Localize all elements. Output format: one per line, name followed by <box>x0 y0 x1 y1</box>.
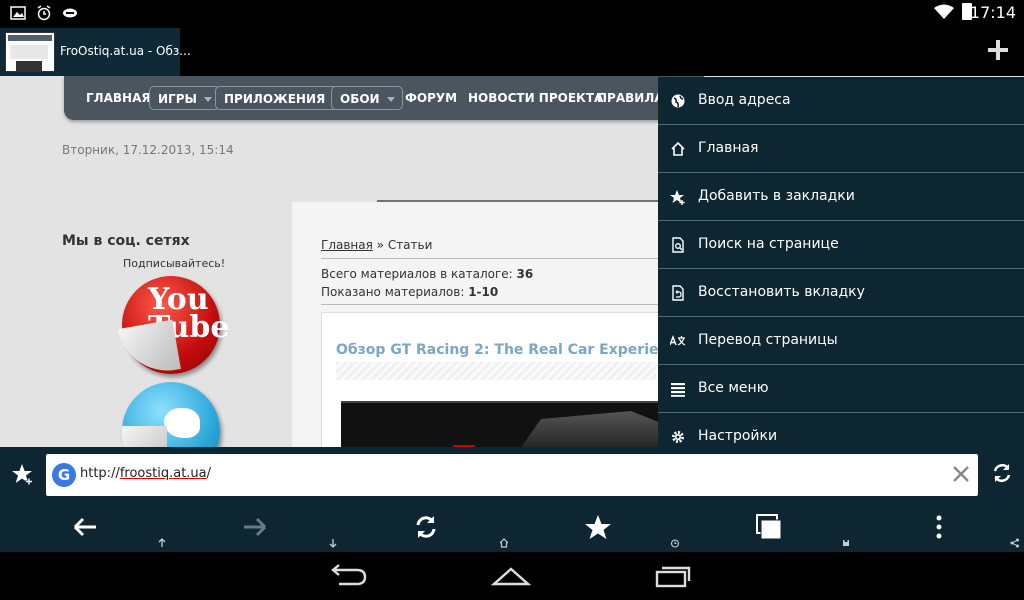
breadcrumb: Главная » Статьи <box>321 238 432 252</box>
status-bar: 17:14 <box>0 0 1024 26</box>
recents-nav-icon[interactable] <box>653 564 693 588</box>
alarm-icon <box>37 5 51 21</box>
breadcrumb-rest: » Статьи <box>372 238 433 252</box>
alarm-hint-icon <box>670 539 680 548</box>
share-hint-icon <box>1010 538 1019 548</box>
system-nav-bar <box>0 552 1024 600</box>
menu-item-add-bookmark[interactable]: Добавить в закладки <box>658 173 1024 221</box>
restore-tab-icon <box>672 285 684 301</box>
find-in-page-icon <box>672 237 684 253</box>
reload-icon[interactable] <box>990 461 1014 485</box>
bottom-toolbar <box>0 503 1024 552</box>
menu-item-home[interactable]: Главная <box>658 125 1024 173</box>
clear-url-icon[interactable] <box>950 463 972 485</box>
browser-menu: Ввод адреса Главная Добавить в закладки … <box>658 77 1024 447</box>
list-icon <box>671 383 685 397</box>
article-title-link[interactable]: Обзор GT Racing 2: The Real Car Experien… <box>336 342 701 358</box>
bookmarks-star-icon[interactable] <box>582 513 614 541</box>
tab-title: FroOstiq.at.ua - Обз... <box>60 44 191 58</box>
url-text: http://froostiq.at.ua/ <box>80 466 212 481</box>
home-icon <box>671 141 685 156</box>
bookmark-star-icon[interactable] <box>12 463 34 485</box>
menu-item-enter-address[interactable]: Ввод адреса <box>658 77 1024 125</box>
save-hint-icon <box>843 540 849 546</box>
menu-item-settings[interactable]: Настройки <box>658 413 1024 447</box>
total-count: Всего материалов в каталоге: 36 <box>321 267 534 281</box>
back-nav-icon[interactable] <box>329 564 369 588</box>
forward-arrow-icon[interactable] <box>239 513 271 541</box>
home-nav-icon[interactable] <box>491 564 531 588</box>
translate-icon <box>670 335 686 346</box>
menu-item-translate[interactable]: Перевод страницы <box>658 317 1024 365</box>
article-hatch <box>336 362 656 380</box>
gear-icon <box>672 431 684 443</box>
tab-thumbnail <box>5 32 55 72</box>
home-hint-icon <box>499 538 509 548</box>
new-tab-plus-icon[interactable] <box>986 38 1010 62</box>
notification-icon <box>63 8 77 18</box>
divider <box>321 258 661 259</box>
divider <box>321 304 661 305</box>
article-image[interactable] <box>341 401 661 448</box>
up-arrow-icon <box>158 538 166 547</box>
menu-item-all-menu[interactable]: Все меню <box>658 365 1024 413</box>
google-icon: G <box>52 463 76 487</box>
back-arrow-icon[interactable] <box>69 513 101 541</box>
browser-screen: 17:14 FroOstiq.at.ua - Обз... ГЛАВНАЯ ИГ… <box>0 0 1024 600</box>
menu-item-find-in-page[interactable]: Поиск на странице <box>658 221 1024 269</box>
star-plus-icon <box>670 190 685 205</box>
down-arrow-icon <box>329 539 337 548</box>
menu-item-restore-tab[interactable]: Восстановить вкладку <box>658 269 1024 317</box>
shown-count: Показано материалов: 1-10 <box>321 285 499 299</box>
clock: 17:14 <box>969 3 1016 22</box>
url-field[interactable]: G http://froostiq.at.ua/ <box>46 454 978 496</box>
tab-strip: FroOstiq.at.ua - Обз... <box>0 26 1024 76</box>
overflow-menu-icon[interactable] <box>923 513 955 541</box>
image-icon <box>10 6 26 20</box>
browser-tab[interactable]: FroOstiq.at.ua - Обз... <box>0 28 191 76</box>
globe-icon <box>671 94 685 108</box>
address-bar: G http://froostiq.at.ua/ <box>0 447 1024 503</box>
refresh-icon[interactable] <box>410 513 442 541</box>
wifi-icon <box>934 4 954 19</box>
tabs-icon[interactable] <box>753 513 785 541</box>
breadcrumb-home-link[interactable]: Главная <box>321 238 373 252</box>
